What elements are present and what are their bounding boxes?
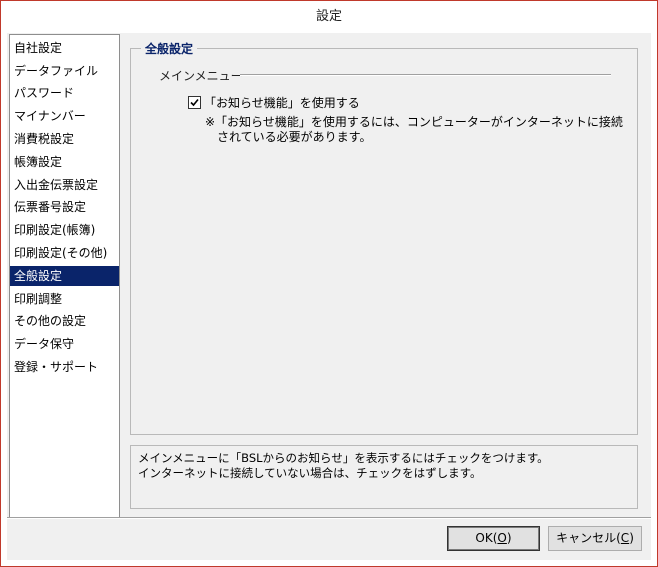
notice-feature-checkbox[interactable] <box>188 96 201 109</box>
sidebar-item[interactable]: 印刷調整 <box>10 289 119 309</box>
notice-feature-note: ※「お知らせ機能」を使用するには、コンピューターがインターネットに接続 されてい… <box>205 115 623 145</box>
window-title: 設定 <box>1 1 657 33</box>
sidebar-item[interactable]: 消費税設定 <box>10 129 119 149</box>
ok-button-accesskey: O <box>497 531 507 545</box>
ok-button-text: OK( <box>475 531 498 545</box>
cancel-button-accesskey: C <box>620 531 630 545</box>
sidebar-item[interactable]: 登録・サポート <box>10 357 119 377</box>
ok-button-close: ) <box>506 531 512 545</box>
client-area: 自社設定データファイル パスワードマイナンバー 消費税設定帳簿設定入出金伝票設定 伝票… <box>7 33 651 560</box>
sidebar-item[interactable]: パスワード <box>10 83 119 103</box>
sidebar-item[interactable]: マイナンバー <box>10 106 119 126</box>
section-divider <box>240 74 611 76</box>
sidebar-item[interactable]: 全般設定 <box>10 265 119 286</box>
description-line-1: メインメニューに「BSLからのお知らせ」を表示するにはチェックをつけます。 <box>138 451 549 465</box>
description-line-2: インターネットに接続していない場合は、チェックをはずします。 <box>138 466 482 480</box>
cancel-button-text: キャンセル( <box>556 531 621 545</box>
sidebar-item[interactable]: 印刷設定(その他) <box>10 243 119 263</box>
sidebar-item[interactable]: データファイル <box>10 61 119 81</box>
settings-window: 設定 自社設定データファイル パスワードマイナンバー 消費税設定帳簿設定入出金伝票設… <box>0 0 658 567</box>
sidebar-item[interactable]: データ保守 <box>10 334 119 354</box>
ok-button[interactable]: OK(O) <box>447 526 540 551</box>
description-box: メインメニューに「BSLからのお知らせ」を表示するにはチェックをつけます。 イン… <box>130 445 638 509</box>
footer-divider <box>7 517 651 519</box>
sidebar-item[interactable]: 印刷設定(帳簿) <box>10 220 119 240</box>
main-menu-section-label: メインメニュー <box>159 69 243 83</box>
check-icon <box>190 98 199 107</box>
group-title: 全般設定 <box>141 40 198 57</box>
sidebar-item[interactable]: 帳簿設定 <box>10 152 119 172</box>
note-line-1: ※「お知らせ機能」を使用するには、コンピューターがインターネットに接続 <box>205 115 623 129</box>
sidebar-item[interactable]: その他の設定 <box>10 311 119 331</box>
notice-feature-label[interactable]: 「お知らせ機能」を使用する <box>204 94 360 111</box>
sidebar-item[interactable]: 入出金伝票設定 <box>10 175 119 195</box>
sidebar-item[interactable]: 自社設定 <box>10 38 119 58</box>
sidebar-item[interactable]: 伝票番号設定 <box>10 197 119 217</box>
cancel-button-close: ) <box>629 531 634 545</box>
settings-nav-list[interactable]: 自社設定データファイル パスワードマイナンバー 消費税設定帳簿設定入出金伝票設定 伝票… <box>9 34 120 518</box>
cancel-button[interactable]: キャンセル(C) <box>548 526 642 551</box>
note-line-2: されている必要があります。 <box>217 130 372 144</box>
